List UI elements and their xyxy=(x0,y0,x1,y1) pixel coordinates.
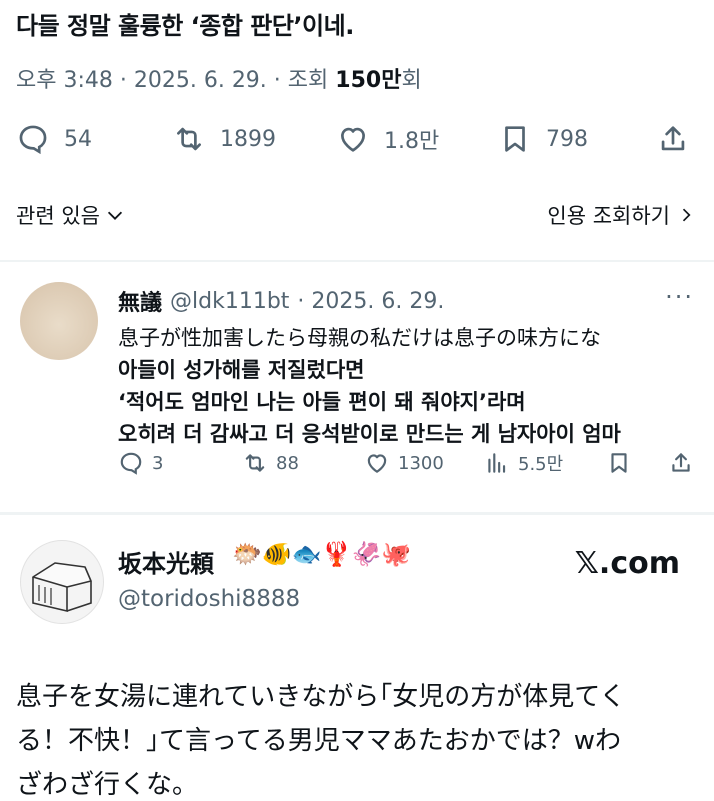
view-suffix: 회 xyxy=(401,68,422,93)
related-label: 관련 있음 xyxy=(16,204,100,228)
analytics-icon xyxy=(488,453,506,473)
reply-share-button[interactable] xyxy=(668,450,694,476)
post-action-bar: 54 1899 1.8만 798 xyxy=(0,122,714,168)
repost-button[interactable]: 1899 xyxy=(172,122,276,156)
share-button[interactable] xyxy=(656,122,690,156)
heart-icon xyxy=(341,127,365,152)
reply-line: ‘적어도 엄마인 나는 아들 편이 돼 줘야지’라며 xyxy=(118,390,526,414)
more-options-icon[interactable]: ··· xyxy=(665,283,694,311)
reply-repost-count: 88 xyxy=(276,452,299,474)
tweet-line: 息子を女湯に連れていきながら｢女児の方が体見てく xyxy=(16,682,626,712)
x-logo-icon[interactable]: 𝕏.com xyxy=(575,546,680,581)
heart-icon xyxy=(367,454,387,473)
reply-like-count: 1300 xyxy=(398,452,444,474)
bookmark-count: 798 xyxy=(546,126,588,152)
tweet-line: る！不快！｣て言ってる男児ママあたおかでは？wわ xyxy=(16,726,621,756)
repost-icon xyxy=(177,127,201,151)
like-count: 1.8만 xyxy=(384,129,440,154)
reply-like-button[interactable]: 1300 xyxy=(364,450,444,476)
tweet-line: ざわざ行くな。 xyxy=(16,770,199,800)
view-count: 150만 xyxy=(335,68,402,93)
post-meta: 오후 3:48 · 2025. 6. 29. · 조회 150만회 xyxy=(16,62,422,94)
reply-reply-button[interactable]: 3 xyxy=(118,450,163,476)
bookmark-icon xyxy=(505,126,525,152)
chevron-right-icon xyxy=(682,208,691,222)
related-filter[interactable]: 관련 있음 xyxy=(16,200,126,230)
reply-icon xyxy=(19,125,47,155)
author-emoji-icons: 🐡🐠🐟🦞🦑🐙 xyxy=(232,540,412,568)
reply-repost-button[interactable]: 88 xyxy=(242,450,299,476)
share-icon xyxy=(661,126,685,151)
chevron-down-icon xyxy=(107,211,123,220)
reply-bookmark-button[interactable] xyxy=(606,450,632,476)
reply-icon xyxy=(120,452,142,475)
view-quotes-label: 인용 조회하기 xyxy=(547,204,670,228)
divider xyxy=(0,512,714,515)
divider xyxy=(0,260,714,262)
bookmark-button[interactable]: 798 xyxy=(498,122,588,156)
reply-count: 54 xyxy=(64,126,92,152)
reply-line: 아들이 성가해를 저질렀다면 xyxy=(118,358,365,382)
reply-views-button[interactable]: 5.5만 xyxy=(484,450,563,476)
reply-line: 오히려 더 감싸고 더 응석받이로 만드는 게 남자아이 엄마 xyxy=(118,422,621,446)
reply-line: 息子が性加害したら母親の私だけは息子の味方にな xyxy=(118,326,601,350)
repost-icon xyxy=(245,454,265,472)
reply-header: 無議 @ldk111bt · 2025. 6. 29. xyxy=(118,285,444,317)
bookmark-icon xyxy=(611,453,627,473)
repost-count: 1899 xyxy=(220,126,276,152)
avatar[interactable] xyxy=(20,540,104,624)
house-drawing-icon xyxy=(32,562,92,613)
reply-author-handle[interactable]: @ldk111bt xyxy=(170,289,289,314)
tweet-author-name[interactable]: 坂本光頼 xyxy=(118,544,214,579)
reply-reply-count: 3 xyxy=(152,452,164,474)
tweet-author-handle[interactable]: @toridoshi8888 xyxy=(118,586,300,612)
post-text: 다들 정말 훌륭한 ‘종합 판단’이네. xyxy=(16,12,354,40)
share-icon xyxy=(672,453,690,472)
reply-button[interactable]: 54 xyxy=(16,122,92,156)
like-button[interactable]: 1.8만 xyxy=(336,122,439,156)
view-quotes-link[interactable]: 인용 조회하기 xyxy=(547,200,696,230)
post-meta-prefix: 오후 3:48 · 2025. 6. 29. · 조회 xyxy=(16,68,336,93)
reply-view-count: 5.5만 xyxy=(518,454,564,475)
reply-action-bar: 3 88 1300 5.5만 xyxy=(118,450,708,482)
reply-date: · 2025. 6. 29. xyxy=(297,288,445,314)
reply-author-name[interactable]: 無議 xyxy=(118,285,162,317)
avatar[interactable] xyxy=(20,282,98,360)
